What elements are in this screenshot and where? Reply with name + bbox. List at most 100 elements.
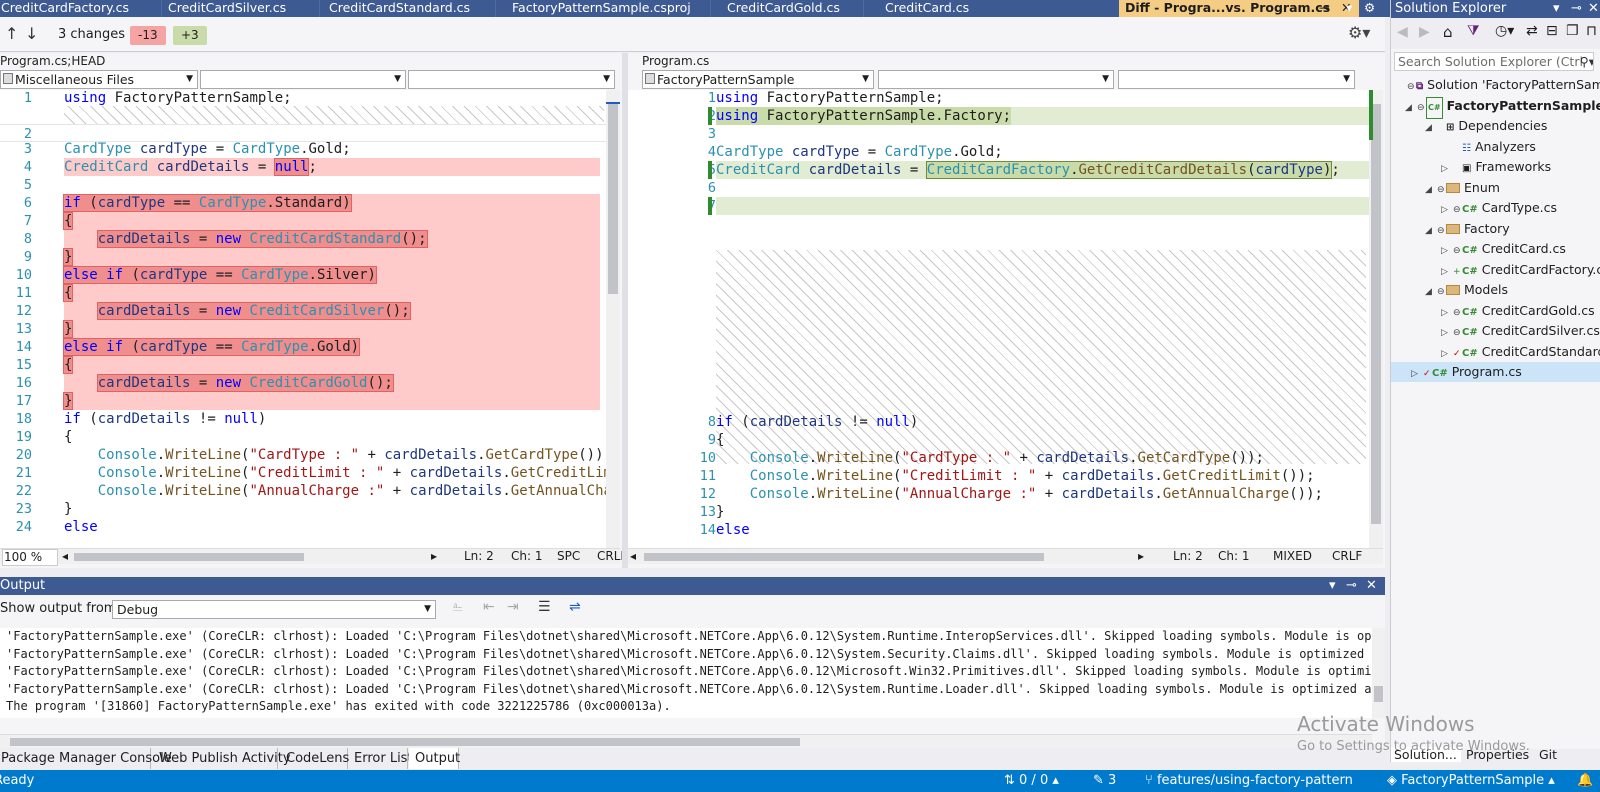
- h-scroll-thumb[interactable]: [10, 738, 800, 746]
- expand-arrow-icon[interactable]: ▷: [1441, 159, 1453, 179]
- solution-node[interactable]: ⊖⧉ Solution 'FactoryPatternSamp: [1395, 75, 1600, 95]
- left-type-combo[interactable]: ▼: [200, 70, 406, 89]
- scroll-right-icon[interactable]: ▸: [1138, 549, 1144, 564]
- scroll-left-icon[interactable]: ◂: [62, 549, 68, 564]
- right-type-combo[interactable]: ▼: [878, 70, 1114, 89]
- pin-icon[interactable]: ⊸: [1571, 0, 1582, 17]
- dependencies-node[interactable]: ◢ ⊞ Dependencies: [1425, 116, 1547, 136]
- tab-creditcardstandard[interactable]: CreditCardStandard.cs: [321, 0, 496, 17]
- left-member-combo[interactable]: ▼: [408, 70, 615, 89]
- scroll-left-icon[interactable]: ◂: [630, 549, 636, 564]
- tab-overflow-icon[interactable]: ▾: [1345, 0, 1359, 17]
- close-icon[interactable]: ✕: [1366, 577, 1377, 595]
- tab-creditcard[interactable]: CreditCard.cs: [865, 0, 1015, 17]
- pin-icon[interactable]: ⊸: [1346, 577, 1357, 595]
- expand-arrow-icon[interactable]: ▷: [1441, 200, 1453, 220]
- expand-arrow-icon[interactable]: ▷: [1441, 344, 1453, 364]
- cardtype-file-node[interactable]: ▷ ⊖C# CardType.cs: [1441, 198, 1557, 218]
- h-scroll-thumb[interactable]: [74, 553, 304, 561]
- expand-arrow-icon[interactable]: ▷: [1441, 241, 1453, 261]
- creditcard-file-node[interactable]: ▷ ⊖C# CreditCard.cs: [1441, 239, 1566, 259]
- left-vertical-scrollbar[interactable]: [606, 90, 620, 548]
- creditcardsilver-file-node[interactable]: ▷ ⊖C# CreditCardSilver.cs: [1441, 321, 1600, 341]
- tab-git-changes[interactable]: Git Chan...: [1539, 747, 1600, 762]
- zoom-combo[interactable]: 100 %: [2, 549, 58, 566]
- output-source-select[interactable]: Debug ▼: [112, 600, 436, 619]
- status-changes[interactable]: ✎ 3: [1093, 770, 1116, 792]
- right-project-combo[interactable]: FactoryPatternSample ▼: [642, 70, 874, 89]
- left-code-editor[interactable]: 1 using FactoryPatternSample; 2 3 CardType c…: [0, 90, 606, 548]
- next-change-icon[interactable]: ↓: [25, 24, 38, 43]
- tab-creditcardfactory[interactable]: CreditCardFactory.cs: [0, 0, 162, 17]
- status-repo[interactable]: ◈ FactoryPatternSample ▴: [1387, 770, 1555, 792]
- tab-creditcardsilver[interactable]: CreditCardSilver.cs: [163, 0, 320, 17]
- output-h-scrollbar[interactable]: [0, 734, 1372, 748]
- program-file-node[interactable]: ▷ ✓C# Program.cs: [1391, 362, 1600, 382]
- factory-folder-node[interactable]: ◢ ⊖ Factory: [1425, 219, 1510, 239]
- window-position-icon[interactable]: ▾: [1329, 577, 1336, 595]
- tab-web-publish-activity[interactable]: Web Publish Activity: [152, 748, 291, 769]
- solution-search-input[interactable]: Search Solution Explorer (Ctrl ⚲▾: [1394, 52, 1594, 71]
- collapse-arrow-icon[interactable]: ◢: [1405, 98, 1417, 118]
- output-vertical-scrollbar[interactable]: [1372, 628, 1385, 718]
- tab-diff-program[interactable]: Diff - Progra...vs. Program.cs ⊸ ✕: [1119, 0, 1359, 17]
- expand-arrow-icon[interactable]: ▷: [1411, 364, 1423, 384]
- clear-all-icon[interactable]: ☰: [538, 599, 551, 615]
- properties-icon[interactable]: ⊓: [1586, 23, 1597, 39]
- status-errors[interactable]: ⇅ 0 / 0 ▴: [1004, 770, 1059, 792]
- gear-icon[interactable]: ⚙: [1363, 0, 1379, 17]
- h-scroll-thumb[interactable]: [644, 553, 1044, 561]
- frameworks-node[interactable]: ▷ ▣ Frameworks: [1441, 157, 1551, 177]
- close-icon[interactable]: ✕: [1588, 0, 1599, 17]
- expand-arrow-icon[interactable]: ▷: [1441, 303, 1453, 323]
- tab-package-manager-console[interactable]: Package Manager Console: [0, 748, 172, 769]
- tab-output[interactable]: Output: [409, 748, 460, 769]
- creditcardstandard-file-node[interactable]: ▷ ✓C# CreditCardStandard: [1441, 342, 1600, 362]
- window-position-icon[interactable]: ▾: [1553, 0, 1560, 17]
- right-code-editor[interactable]: 1using FactoryPatternSample;2using Facto…: [628, 90, 1369, 548]
- notifications-icon[interactable]: 🔔: [1577, 770, 1593, 792]
- scroll-thumb[interactable]: [1374, 686, 1383, 702]
- creditcardfactory-file-node[interactable]: ▷ +C# CreditCardFactory.c: [1441, 260, 1600, 280]
- forward-icon[interactable]: ▶: [1419, 24, 1430, 40]
- project-node[interactable]: ◢ ⊖ C# FactoryPatternSample: [1405, 96, 1600, 119]
- collapse-arrow-icon[interactable]: ◢: [1425, 118, 1437, 138]
- status-branch[interactable]: ⑂ features/using-factory-pattern: [1145, 770, 1353, 792]
- history-icon[interactable]: ◷▾: [1495, 23, 1514, 39]
- scroll-right-icon[interactable]: ▸: [431, 549, 437, 564]
- creditcardgold-file-node[interactable]: ▷ ⊖C# CreditCardGold.cs: [1441, 301, 1595, 321]
- tab-error-list[interactable]: Error List: [349, 748, 413, 769]
- scroll-thumb[interactable]: [608, 104, 618, 294]
- next-message-icon[interactable]: ⇥: [507, 599, 519, 615]
- expand-arrow-icon[interactable]: ▷: [1441, 323, 1453, 343]
- tab-codelens[interactable]: CodeLens: [279, 748, 349, 769]
- left-project-combo[interactable]: Miscellaneous Files ▼: [0, 70, 198, 89]
- collapse-arrow-icon[interactable]: ◢: [1425, 180, 1437, 200]
- collapse-all-icon[interactable]: ⊟: [1546, 23, 1558, 39]
- analyzers-node[interactable]: ☷ Analyzers: [1441, 137, 1536, 157]
- line-number: 10: [699, 450, 716, 466]
- show-all-files-icon[interactable]: ❐: [1566, 23, 1579, 39]
- back-icon[interactable]: ◀: [1397, 24, 1408, 40]
- output-text[interactable]: 'FactoryPatternSample.exe' (CoreCLR: clr…: [0, 628, 1372, 718]
- prev-message-icon[interactable]: ⇤: [483, 599, 495, 615]
- collapse-arrow-icon[interactable]: ◢: [1425, 221, 1437, 241]
- enum-folder-node[interactable]: ◢ ⊖ Enum: [1425, 178, 1500, 198]
- tab-csproj[interactable]: FactoryPatternSample.csproj: [497, 0, 711, 17]
- search-icon[interactable]: ⚲▾: [1580, 53, 1593, 70]
- tab-creditcardgold[interactable]: CreditCardGold.cs: [712, 0, 864, 17]
- sync-icon[interactable]: ⇄: [1526, 23, 1538, 39]
- right-vertical-scrollbar[interactable]: [1369, 90, 1383, 548]
- collapse-arrow-icon[interactable]: ◢: [1425, 282, 1437, 302]
- right-member-combo[interactable]: ▼: [1118, 70, 1355, 89]
- pin-icon[interactable]: ⊸: [1319, 0, 1329, 16]
- vs-switch-view-icon[interactable]: ⧩: [1467, 23, 1480, 39]
- diff-settings-icon[interactable]: ⚙▾: [1348, 23, 1370, 42]
- previous-change-icon[interactable]: ↑: [5, 24, 18, 43]
- home-icon[interactable]: ⌂: [1443, 23, 1453, 41]
- expand-arrow-icon[interactable]: ▷: [1441, 262, 1453, 282]
- word-wrap-icon[interactable]: ⇌: [569, 599, 581, 615]
- models-folder-node[interactable]: ◢ ⊖ Models: [1425, 280, 1508, 300]
- find-message-icon[interactable]: ⎁: [452, 599, 463, 615]
- scroll-thumb[interactable]: [1371, 104, 1381, 524]
